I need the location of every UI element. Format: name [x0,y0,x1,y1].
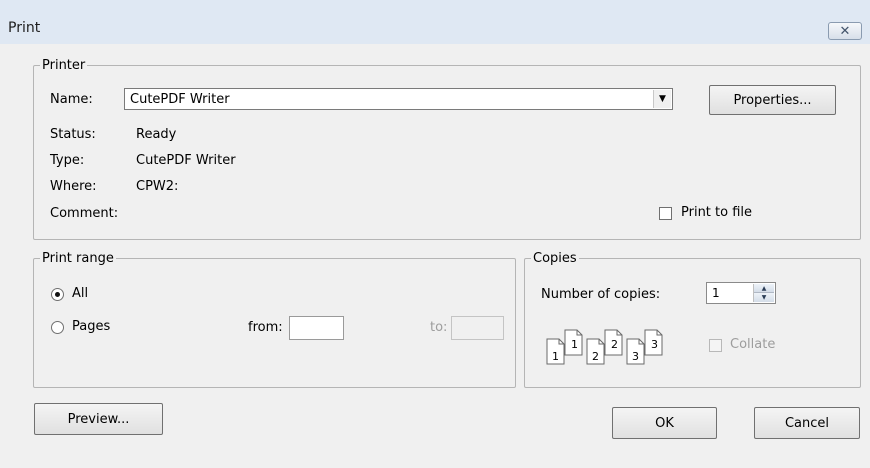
printer-name-select[interactable]: CutePDF Writer ▼ [124,88,673,110]
from-label: from: [248,320,283,335]
print-to-file-checkbox[interactable] [659,207,672,220]
cancel-button[interactable]: Cancel [754,407,860,439]
dropdown-arrow-icon[interactable]: ▼ [653,90,671,108]
number-of-copies-value: 1 [712,286,720,300]
window-title: Print [8,20,41,36]
all-label[interactable]: All [72,286,88,301]
ok-button[interactable]: OK [612,407,717,439]
collate-checkbox[interactable] [709,339,722,352]
number-of-copies-spinner[interactable]: 1 ▲ ▼ [706,282,776,304]
collate-page-icon-1: 1 1 [546,329,583,365]
print-to-file-label[interactable]: Print to file [681,205,752,220]
printer-name-value: CutePDF Writer [130,92,230,107]
close-icon: ✕ [839,23,851,39]
to-label: to: [430,320,448,335]
number-of-copies-label: Number of copies: [541,287,661,302]
status-value: Ready [136,127,177,142]
collate-page-3-back: 3 [651,338,658,351]
collate-page-icon-2: 2 2 [586,329,623,365]
spin-up-icon[interactable]: ▲ [754,284,774,293]
name-label: Name: [50,92,93,107]
collate-page-icon-3: 3 3 [626,329,663,365]
collate-page-1-back: 1 [571,338,578,351]
where-label: Where: [50,179,97,194]
properties-button[interactable]: Properties... [709,85,836,115]
to-input[interactable] [451,316,504,340]
preview-button[interactable]: Preview... [34,403,163,435]
spinner-buttons: ▲ ▼ [753,284,774,302]
collate-page-2-front: 2 [592,350,599,363]
status-label: Status: [50,127,96,142]
pages-label[interactable]: Pages [72,319,110,334]
comment-label: Comment: [50,206,119,221]
spin-down-icon[interactable]: ▼ [754,293,774,302]
collate-page-2-back: 2 [611,338,618,351]
type-label: Type: [50,153,85,168]
type-value: CutePDF Writer [136,153,236,168]
collate-page-3-front: 3 [632,350,639,363]
all-radio[interactable] [51,288,64,301]
title-bar: Print ✕ [0,0,870,44]
copies-group-label: Copies [531,251,579,266]
copies-group: Copies [524,251,861,388]
print-range-group-label: Print range [40,251,116,266]
where-value: CPW2: [136,179,179,194]
pages-radio[interactable] [51,321,64,334]
collate-label[interactable]: Collate [730,337,775,352]
from-input[interactable] [289,316,344,340]
close-button[interactable]: ✕ [828,22,862,40]
collate-page-1-front: 1 [552,350,559,363]
printer-group-label: Printer [40,58,88,73]
